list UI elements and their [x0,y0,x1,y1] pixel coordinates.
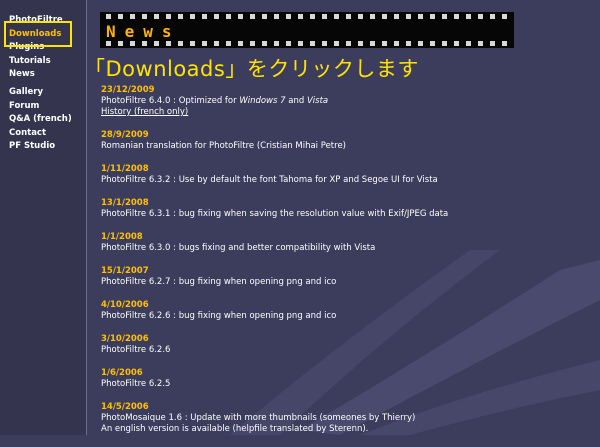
news-item: 14/5/2006 PhotoMosaique 1.6 : Update wit… [101,402,448,435]
news-date: 4/10/2006 [101,300,149,310]
sidebar-nav: PhotoFiltre Downloads Plugins Tutorials … [0,0,87,435]
news-item: 23/12/2009 PhotoFiltre 6.4.0 : Optimized… [101,85,448,118]
film-perforations-bottom [106,41,508,46]
news-list: 23/12/2009 PhotoFiltre 6.4.0 : Optimized… [101,85,448,447]
news-text: PhotoFiltre 6.2.5 [101,379,171,389]
nav-item-pf-studio[interactable]: PF Studio [9,140,72,154]
nav-item-qa-french[interactable]: Q&A (french) [9,113,72,127]
news-text: Romanian translation for PhotoFiltre (Cr… [101,141,346,151]
nav-group-secondary: Gallery Forum Q&A (french) Contact PF St… [9,86,72,154]
news-text: PhotoMosaique 1.6 : Update with more thu… [101,413,416,423]
news-text: PhotoFiltre 6.3.1 : bug fixing when savi… [101,209,449,219]
history-link[interactable]: History (french only) [101,107,448,118]
news-item: 1/11/2008 PhotoFiltre 6.3.2 : Use by def… [101,164,448,186]
news-item: 28/9/2009 Romanian translation for Photo… [101,130,448,152]
news-text: PhotoFiltre 6.3.2 : Use by default the f… [101,175,438,185]
news-date: 1/1/2008 [101,232,143,242]
news-date: 1/11/2008 [101,164,149,174]
page-title: News [106,22,181,41]
nav-item-tutorials[interactable]: Tutorials [9,55,63,69]
news-date: 28/9/2009 [101,130,149,140]
film-perforations-top [106,14,508,19]
nav-item-forum[interactable]: Forum [9,100,72,114]
news-item: 3/10/2006 PhotoFiltre 6.2.6 [101,334,448,356]
news-text: PhotoFiltre 6.2.7 : bug fixing when open… [101,277,337,287]
news-date: 15/1/2007 [101,266,149,276]
news-item: 1/6/2006 PhotoFiltre 6.2.5 [101,368,448,390]
nav-item-gallery[interactable]: Gallery [9,86,72,100]
news-date: 23/12/2009 [101,85,155,95]
news-item: 1/1/2008 PhotoFiltre 6.3.0 : bugs fixing… [101,232,448,254]
nav-item-contact[interactable]: Contact [9,127,72,141]
news-text: PhotoFiltre 6.2.6 [101,345,171,355]
news-date: 1/6/2006 [101,368,143,378]
downloads-highlight-box [4,21,72,47]
news-item: 4/10/2006 PhotoFiltre 6.2.6 : bug fixing… [101,300,448,322]
news-item: 13/1/2008 PhotoFiltre 6.3.1 : bug fixing… [101,198,448,220]
news-text-secondary: An english version is available (helpfil… [101,424,369,434]
news-text: PhotoFiltre 6.2.6 : bug fixing when open… [101,311,337,321]
news-item: 15/1/2007 PhotoFiltre 6.2.7 : bug fixing… [101,266,448,288]
news-text: PhotoFiltre 6.3.0 : bugs fixing and bett… [101,243,376,253]
film-strip-header: News [100,12,514,48]
news-date: 14/5/2006 [101,402,149,412]
instruction-annotation: 「Downloads」をクリックします [84,57,419,81]
nav-item-news[interactable]: News [9,68,63,82]
news-date: 3/10/2006 [101,334,149,344]
news-text: PhotoFiltre 6.4.0 : Optimized for Window… [101,96,329,106]
news-date: 13/1/2008 [101,198,149,208]
